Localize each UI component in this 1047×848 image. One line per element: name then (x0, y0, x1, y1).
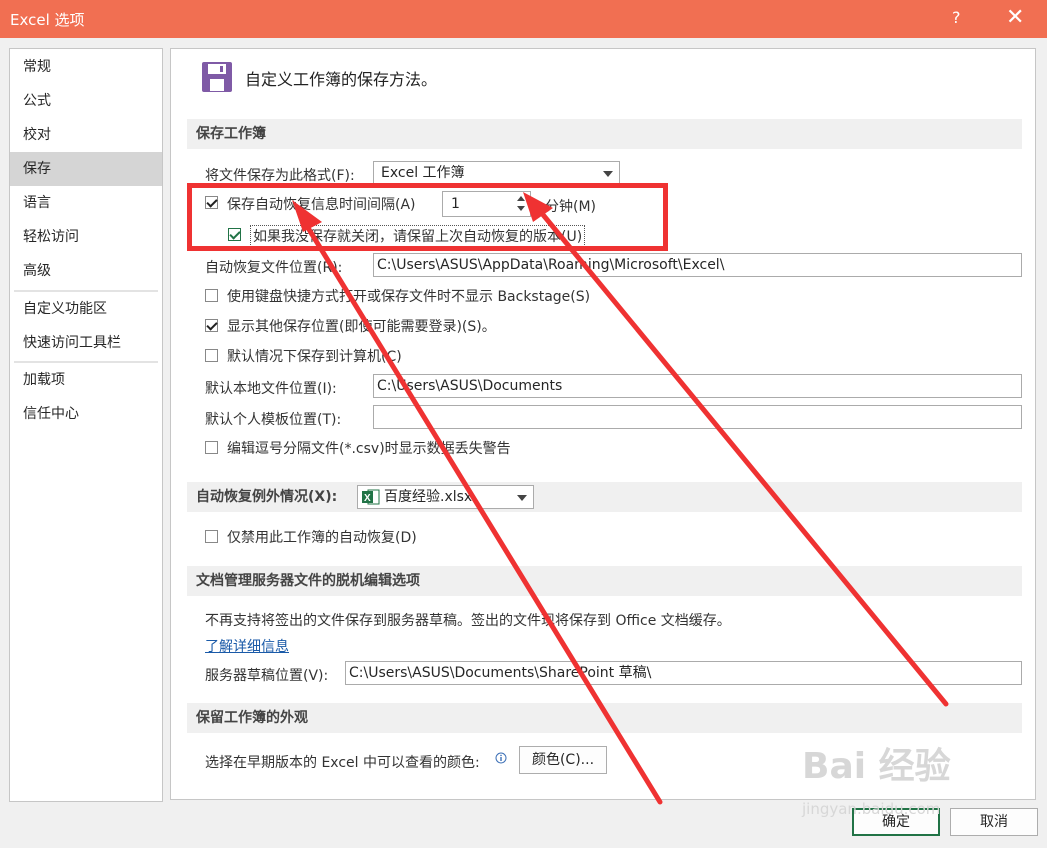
excel-file-icon: X (362, 489, 380, 505)
watermark-url: jingyan.baidu.com (802, 800, 941, 818)
autorecover-minutes-spinner[interactable]: 1 (442, 191, 531, 217)
sidebar-item-formulas[interactable]: 公式 (10, 84, 162, 118)
exception-workbook-dropdown[interactable]: X 百度经验.xlsx (357, 485, 534, 509)
save-to-computer-checkbox[interactable] (205, 349, 218, 362)
colors-label: 选择在早期版本的 Excel 中可以查看的颜色: (205, 755, 480, 771)
no-backstage-label: 使用键盘快捷方式打开或保存文件时不显示 Backstage(S) (227, 289, 591, 305)
colors-button[interactable]: 颜色(C)... (519, 746, 607, 774)
baidu-watermark: Bai 经验 (802, 746, 951, 787)
drafts-location-input[interactable]: C:\Users\ASUS\Documents\SharePoint 草稿\ (345, 661, 1022, 685)
autorecover-checkbox[interactable] (205, 196, 218, 209)
autorecover-location-label: 自动恢复文件位置(R): (205, 260, 343, 276)
format-dropdown[interactable]: Excel 工作簿 (373, 161, 620, 185)
csv-warning-checkbox[interactable] (205, 441, 218, 454)
sidebar-item-save[interactable]: 保存 (10, 152, 162, 186)
sidebar-item-proofing[interactable]: 校对 (10, 118, 162, 152)
title-bar: Excel 选项 ? ✕ (0, 0, 1047, 38)
offline-notice: 不再支持将签出的文件保存到服务器草稿。签出的文件现将保存到 Office 文档缓… (205, 613, 731, 629)
info-icon (495, 752, 507, 764)
sidebar-item-advanced[interactable]: 高级 (10, 254, 162, 288)
format-value: Excel 工作簿 (381, 165, 465, 181)
learn-more-link[interactable]: 了解详细信息 (205, 636, 289, 656)
no-backstage-checkbox[interactable] (205, 289, 218, 302)
autorecover-exceptions-title: 自动恢复例外情况(X): (196, 489, 338, 505)
chevron-down-icon (517, 495, 527, 501)
window-title: Excel 选项 (10, 11, 85, 29)
sidebar: 常规 公式 校对 保存 语言 轻松访问 高级 自定义功能区 快速访问工具栏 加载… (9, 48, 163, 802)
section-autorecover-exceptions: 自动恢复例外情况(X): (187, 482, 1022, 512)
chevron-down-icon (603, 171, 613, 177)
disable-autorecover-label: 仅禁用此工作簿的自动恢复(D) (227, 530, 417, 546)
section-offline-editing: 文档管理服务器文件的脱机编辑选项 (187, 566, 1022, 596)
close-button[interactable]: ✕ (1006, 5, 1024, 30)
sidebar-item-trust-center[interactable]: 信任中心 (10, 397, 162, 431)
sidebar-item-accessibility[interactable]: 轻松访问 (10, 220, 162, 254)
format-label: 将文件保存为此格式(F): (205, 168, 355, 184)
show-other-locations-checkbox[interactable] (205, 319, 218, 332)
default-local-input[interactable]: C:\Users\ASUS\Documents (373, 374, 1022, 398)
save-floppy-icon (202, 62, 232, 92)
disable-autorecover-checkbox[interactable] (205, 530, 218, 543)
help-button[interactable]: ? (952, 8, 961, 27)
autorecover-minutes-value: 1 (451, 196, 460, 212)
autorecover-location-input[interactable]: C:\Users\ASUS\AppData\Roaming\Microsoft\… (373, 253, 1022, 277)
sidebar-item-general[interactable]: 常规 (10, 50, 162, 84)
sidebar-item-customize-ribbon[interactable]: 自定义功能区 (10, 292, 162, 326)
cancel-button[interactable]: 取消 (950, 808, 1038, 836)
spin-down-icon[interactable] (517, 206, 525, 211)
default-template-input[interactable] (373, 405, 1022, 429)
csv-warning-label: 编辑逗号分隔文件(*.csv)时显示数据丢失警告 (227, 441, 511, 457)
sidebar-item-addins[interactable]: 加载项 (10, 363, 162, 397)
spin-up-icon[interactable] (517, 196, 525, 201)
show-other-locations-label: 显示其他保存位置(即使可能需要登录)(S)。 (227, 319, 496, 335)
sidebar-item-language[interactable]: 语言 (10, 186, 162, 220)
section-appearance: 保留工作簿的外观 (187, 703, 1022, 733)
autorecover-label: 保存自动恢复信息时间间隔(A) (227, 197, 416, 213)
keep-last-version-label: 如果我没保存就关闭，请保留上次自动恢复的版本(U) (250, 225, 586, 247)
sidebar-item-quick-access[interactable]: 快速访问工具栏 (10, 326, 162, 360)
default-local-label: 默认本地文件位置(I): (205, 381, 337, 397)
drafts-location-label: 服务器草稿位置(V): (205, 668, 329, 684)
section-save-workbooks: 保存工作簿 (187, 119, 1022, 149)
save-to-computer-label: 默认情况下保存到计算机(C) (227, 349, 402, 365)
page-title: 自定义工作簿的保存方法。 (245, 70, 438, 89)
exception-workbook-name: 百度经验.xlsx (384, 489, 473, 505)
svg-text:X: X (364, 493, 371, 504)
default-template-label: 默认个人模板位置(T): (205, 412, 342, 428)
main-panel: 自定义工作簿的保存方法。 保存工作簿 将文件保存为此格式(F): Excel 工… (170, 48, 1036, 800)
keep-last-version-checkbox[interactable] (228, 228, 241, 241)
minutes-label: 分钟(M) (545, 199, 597, 215)
